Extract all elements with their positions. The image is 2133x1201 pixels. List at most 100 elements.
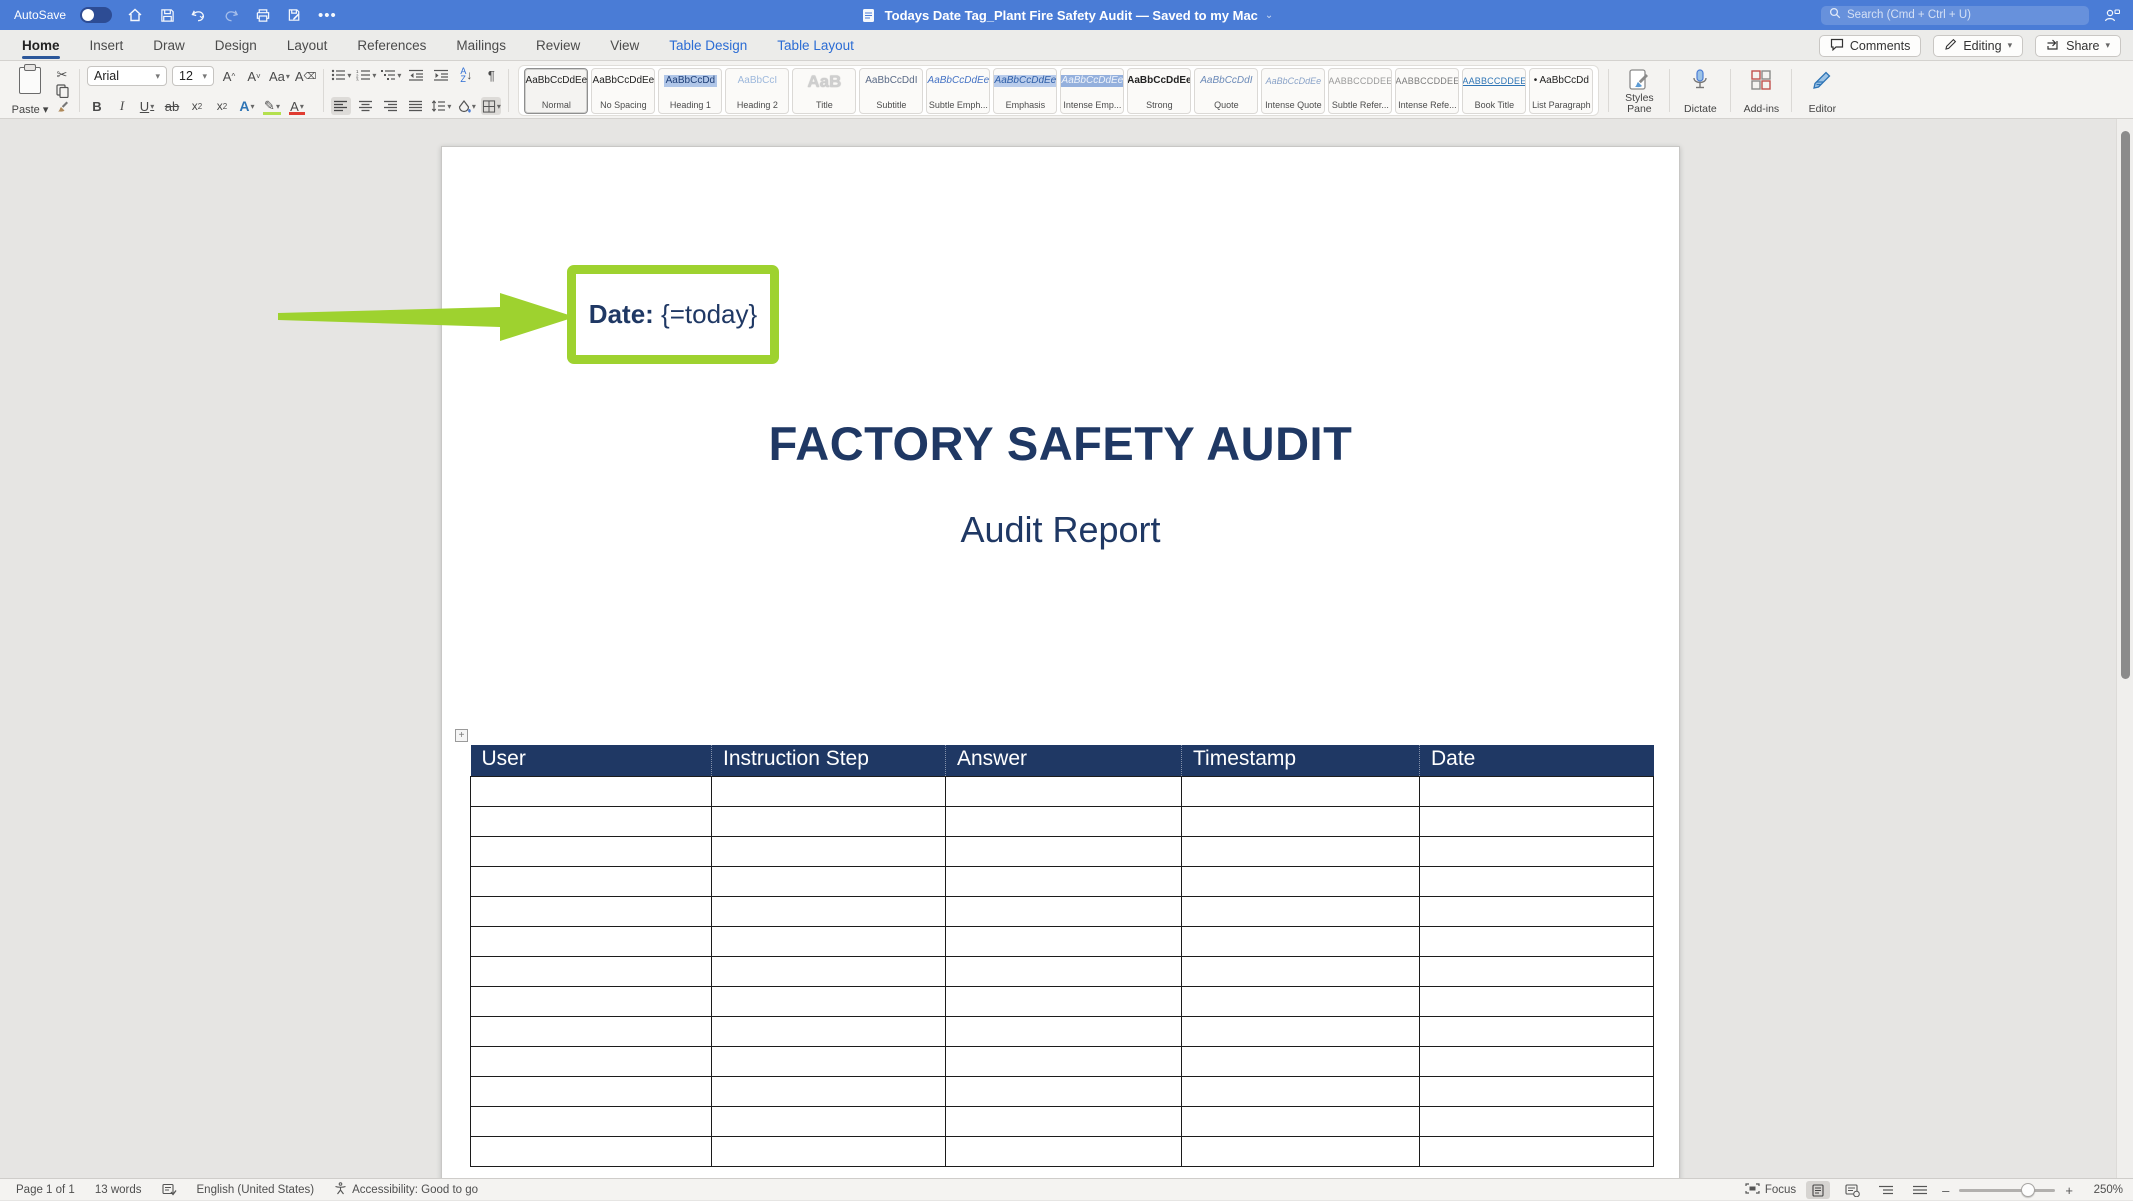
cut-icon[interactable]: ✂ — [52, 67, 72, 83]
table-cell[interactable] — [1182, 1076, 1420, 1106]
proofing-icon[interactable] — [162, 1183, 177, 1196]
table-cell[interactable] — [946, 866, 1182, 896]
table-cell[interactable] — [471, 866, 712, 896]
account-share-icon[interactable] — [2103, 6, 2121, 24]
table-cell[interactable] — [946, 836, 1182, 866]
table-cell[interactable] — [471, 806, 712, 836]
table-cell[interactable] — [1420, 986, 1654, 1016]
table-cell[interactable] — [712, 956, 946, 986]
date-field-annotation-box[interactable]: Date: {=today} — [567, 265, 779, 364]
table-cell[interactable] — [471, 1016, 712, 1046]
scrollbar-thumb[interactable] — [2121, 131, 2130, 679]
redo-icon[interactable] — [222, 6, 240, 24]
tab-draw[interactable]: Draw — [153, 30, 185, 61]
table-header-date[interactable]: Date — [1420, 745, 1654, 776]
table-cell[interactable] — [1420, 776, 1654, 806]
show-paragraph-marks-icon[interactable]: ¶ — [481, 66, 501, 84]
font-name-select[interactable]: Arial▾ — [87, 66, 167, 86]
zoom-level[interactable]: 250% — [2083, 1184, 2123, 1196]
table-cell[interactable] — [471, 1136, 712, 1166]
table-cell[interactable] — [712, 1076, 946, 1106]
strikethrough-button[interactable]: ab — [162, 97, 182, 115]
zoom-slider-knob[interactable] — [2021, 1183, 2035, 1197]
table-cell[interactable] — [471, 896, 712, 926]
table-cell[interactable] — [946, 806, 1182, 836]
search-input[interactable] — [1821, 6, 2089, 25]
table-cell[interactable] — [946, 1016, 1182, 1046]
table-cell[interactable] — [1420, 1016, 1654, 1046]
table-move-handle[interactable]: + — [455, 729, 468, 742]
table-cell[interactable] — [712, 836, 946, 866]
table-cell[interactable] — [712, 1046, 946, 1076]
outline-view-button[interactable] — [1874, 1181, 1898, 1199]
numbered-list-icon[interactable]: 123▾ — [356, 66, 376, 84]
table-cell[interactable] — [946, 956, 1182, 986]
superscript-button[interactable]: x2 — [212, 97, 232, 115]
clear-formatting-icon[interactable]: A⌫ — [295, 67, 316, 85]
table-cell[interactable] — [1182, 896, 1420, 926]
table-cell[interactable] — [1420, 926, 1654, 956]
table-header-user[interactable]: User — [471, 745, 712, 776]
table-cell[interactable] — [1182, 836, 1420, 866]
underline-button[interactable]: U▾ — [137, 97, 157, 115]
table-cell[interactable] — [712, 1016, 946, 1046]
align-left-button[interactable] — [331, 97, 351, 115]
sort-icon[interactable]: AZ↓ — [456, 66, 476, 84]
table-cell[interactable] — [1420, 956, 1654, 986]
accessibility-status[interactable]: Accessibility: Good to go — [334, 1182, 478, 1198]
table-cell[interactable] — [471, 986, 712, 1016]
zoom-slider[interactable] — [1959, 1189, 2055, 1192]
comments-button[interactable]: Comments — [1819, 35, 1921, 57]
table-cell[interactable] — [1420, 1106, 1654, 1136]
table-cell[interactable] — [1182, 956, 1420, 986]
align-center-button[interactable] — [356, 97, 376, 115]
styles-pane-button[interactable]: StylesPane — [1616, 65, 1662, 116]
bullet-list-icon[interactable]: ▾ — [331, 66, 351, 84]
style-chip-subtitle[interactable]: AaBbCcDdISubtitle — [859, 68, 923, 114]
table-cell[interactable] — [471, 926, 712, 956]
table-cell[interactable] — [712, 866, 946, 896]
more-commands-icon[interactable]: ••• — [318, 7, 337, 24]
highlight-color-icon[interactable]: ✎▾ — [262, 97, 282, 115]
tab-view[interactable]: View — [610, 30, 639, 61]
undo-icon[interactable] — [190, 6, 208, 24]
style-chip-heading1[interactable]: AaBbCcDdHeading 1 — [658, 68, 722, 114]
copy-icon[interactable] — [52, 83, 72, 99]
tab-layout[interactable]: Layout — [287, 30, 328, 61]
style-chip-normal[interactable]: AaBbCcDdEeNormal — [524, 68, 588, 114]
title-chevron-icon[interactable]: ⌄ — [1265, 10, 1273, 21]
table-cell[interactable] — [1420, 806, 1654, 836]
shrink-font-icon[interactable]: A˅ — [244, 67, 264, 85]
share-button[interactable]: Share ▾ — [2035, 35, 2121, 57]
line-spacing-icon[interactable]: ▾ — [431, 97, 451, 115]
decrease-indent-icon[interactable] — [406, 66, 426, 84]
table-header-answer[interactable]: Answer — [946, 745, 1182, 776]
style-chip-heading2[interactable]: AaBbCcIHeading 2 — [725, 68, 789, 114]
italic-button[interactable]: I — [112, 97, 132, 115]
print-icon[interactable] — [254, 6, 272, 24]
tab-references[interactable]: References — [357, 30, 426, 61]
table-cell[interactable] — [1182, 1136, 1420, 1166]
vertical-scrollbar[interactable] — [2116, 119, 2133, 1178]
table-cell[interactable] — [471, 1106, 712, 1136]
table-cell[interactable] — [1420, 836, 1654, 866]
dictate-button[interactable]: Dictate — [1677, 65, 1723, 116]
paste-button[interactable]: Paste ▾ — [8, 65, 52, 116]
draft-view-button[interactable] — [1908, 1181, 1932, 1199]
web-layout-view-button[interactable] — [1840, 1181, 1864, 1199]
table-cell[interactable] — [471, 836, 712, 866]
autosave-toggle[interactable] — [80, 7, 112, 23]
font-size-select[interactable]: 12▾ — [172, 66, 214, 86]
table-cell[interactable] — [1420, 896, 1654, 926]
style-chip-title[interactable]: AaBTitle — [792, 68, 856, 114]
search-field[interactable] — [1847, 9, 2081, 21]
table-cell[interactable] — [1182, 926, 1420, 956]
document-heading[interactable]: FACTORY SAFETY AUDIT — [441, 416, 1680, 471]
borders-icon[interactable]: ▾ — [481, 97, 501, 115]
table-cell[interactable] — [1420, 1046, 1654, 1076]
table-cell[interactable] — [712, 926, 946, 956]
table-cell[interactable] — [471, 1046, 712, 1076]
editing-mode-button[interactable]: Editing ▾ — [1933, 35, 2023, 57]
font-color-icon[interactable]: A▾ — [287, 97, 307, 115]
document-subheading[interactable]: Audit Report — [441, 509, 1680, 551]
